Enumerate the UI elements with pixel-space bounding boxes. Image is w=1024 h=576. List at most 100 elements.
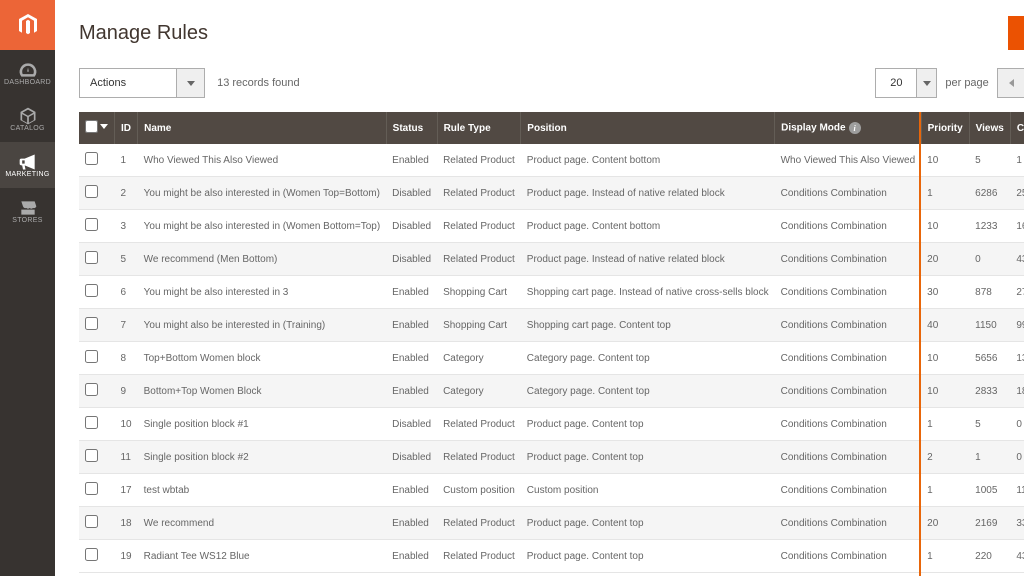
per-page-toggle[interactable] [916, 69, 936, 97]
cell-rule-type: Related Product [437, 507, 521, 540]
cell-name: We recommend (Men Bottom) [138, 243, 387, 276]
cell-clicks: 0 [1010, 441, 1024, 474]
cell-rule-type: Custom position [437, 474, 521, 507]
row-checkbox[interactable] [85, 416, 98, 429]
cell-display-mode: Conditions Combination [775, 540, 922, 573]
cell-priority: 10 [921, 375, 969, 408]
row-checkbox[interactable] [85, 185, 98, 198]
cell-display-mode: Conditions Combination [775, 309, 922, 342]
nav-marketing[interactable]: MARKETING [0, 142, 55, 188]
nav-catalog[interactable]: CATALOG [0, 96, 55, 142]
table-row[interactable]: 1Who Viewed This Also ViewedEnabledRelat… [79, 144, 1024, 177]
table-row[interactable]: 10Single position block #1DisabledRelate… [79, 408, 1024, 441]
cell-display-mode: Conditions Combination [775, 177, 922, 210]
row-checkbox[interactable] [85, 284, 98, 297]
cell-id: 18 [115, 507, 138, 540]
row-checkbox[interactable] [85, 152, 98, 165]
cell-position: Category page. Content top [521, 342, 775, 375]
col-name[interactable]: Name [138, 112, 387, 144]
cell-views: 220 [969, 540, 1010, 573]
col-display-mode[interactable]: Display Modei [775, 112, 922, 144]
cell-priority: 40 [921, 309, 969, 342]
table-row[interactable]: 19Radiant Tee WS12 BlueEnabledRelated Pr… [79, 540, 1024, 573]
cell-id: 8 [115, 342, 138, 375]
cell-rule-type: Related Product [437, 144, 521, 177]
cell-priority: 20 [921, 243, 969, 276]
per-page-value: 20 [876, 69, 916, 97]
cell-priority: 1 [921, 474, 969, 507]
table-row[interactable]: 6You might be also interested in 3Enable… [79, 276, 1024, 309]
row-checkbox[interactable] [85, 251, 98, 264]
row-checkbox[interactable] [85, 548, 98, 561]
col-rule-type[interactable]: Rule Type [437, 112, 521, 144]
cell-display-mode: Conditions Combination [775, 375, 922, 408]
cell-display-mode: Conditions Combination [775, 342, 922, 375]
records-count: 13 records found [217, 77, 300, 89]
cell-id: 10 [115, 408, 138, 441]
cell-position: Shopping cart page. Instead of native cr… [521, 276, 775, 309]
cell-display-mode: Conditions Combination [775, 507, 922, 540]
actions-select-label: Actions [80, 69, 176, 97]
info-icon[interactable]: i [849, 122, 861, 134]
cell-priority: 10 [921, 144, 969, 177]
logo[interactable] [0, 0, 55, 50]
table-row[interactable]: 11Single position block #2DisabledRelate… [79, 441, 1024, 474]
row-checkbox[interactable] [85, 482, 98, 495]
actions-select-toggle[interactable] [176, 69, 204, 97]
table-row[interactable]: 18We recommendEnabledRelated ProductProd… [79, 507, 1024, 540]
cell-status: Enabled [386, 375, 437, 408]
cell-id: 1 [115, 144, 138, 177]
nav-stores[interactable]: STORES [0, 188, 55, 234]
table-row[interactable]: 9Bottom+Top Women BlockEnabledCategoryCa… [79, 375, 1024, 408]
col-clicks[interactable]: Clicks [1010, 112, 1024, 144]
cell-status: Enabled [386, 309, 437, 342]
cell-clicks: 181 [1010, 375, 1024, 408]
table-row[interactable]: 8Top+Bottom Women blockEnabledCategoryCa… [79, 342, 1024, 375]
create-rule-button[interactable]: Create New Rule [1008, 16, 1024, 50]
nav-label: CATALOG [10, 125, 45, 132]
table-row[interactable]: 3You might be also interested in (Women … [79, 210, 1024, 243]
cell-name: You might also be interested in (Trainin… [138, 309, 387, 342]
table-row[interactable]: 5We recommend (Men Bottom)DisabledRelate… [79, 243, 1024, 276]
cell-position: Custom position [521, 474, 775, 507]
cell-rule-type: Related Product [437, 243, 521, 276]
cell-clicks: 43 [1010, 243, 1024, 276]
col-status[interactable]: Status [386, 112, 437, 144]
page-title: Manage Rules [79, 22, 208, 45]
row-checkbox[interactable] [85, 218, 98, 231]
nav-dashboard[interactable]: DASHBOARD [0, 50, 55, 96]
cell-rule-type: Category [437, 342, 521, 375]
sidebar: DASHBOARD CATALOG MARKETING STORES [0, 0, 55, 576]
row-checkbox[interactable] [85, 515, 98, 528]
cell-rule-type: Related Product [437, 540, 521, 573]
cell-name: You might be also interested in (Women B… [138, 210, 387, 243]
cell-display-mode: Conditions Combination [775, 408, 922, 441]
col-position[interactable]: Position [521, 112, 775, 144]
col-id[interactable]: ID [115, 112, 138, 144]
col-views[interactable]: Views [969, 112, 1010, 144]
cell-priority: 10 [921, 210, 969, 243]
per-page-select[interactable]: 20 [875, 68, 937, 98]
cell-position: Product page. Instead of native related … [521, 243, 775, 276]
cell-name: Top+Bottom Women block [138, 342, 387, 375]
page-prev-button[interactable] [997, 68, 1024, 98]
cell-display-mode: Conditions Combination [775, 243, 922, 276]
cell-clicks: 27 [1010, 276, 1024, 309]
row-checkbox[interactable] [85, 383, 98, 396]
cell-name: Bottom+Top Women Block [138, 375, 387, 408]
cell-id: 2 [115, 177, 138, 210]
row-checkbox[interactable] [85, 317, 98, 330]
cell-priority: 2 [921, 441, 969, 474]
select-all-checkbox[interactable] [85, 120, 108, 133]
row-checkbox[interactable] [85, 449, 98, 462]
col-priority[interactable]: Priority [921, 112, 969, 144]
cell-name: We recommend [138, 507, 387, 540]
cell-position: Shopping cart page. Content top [521, 309, 775, 342]
row-checkbox[interactable] [85, 350, 98, 363]
table-row[interactable]: 17test wbtabEnabledCustom positionCustom… [79, 474, 1024, 507]
table-row[interactable]: 7You might also be interested in (Traini… [79, 309, 1024, 342]
table-row[interactable]: 2You might be also interested in (Women … [79, 177, 1024, 210]
cell-clicks: 118 [1010, 474, 1024, 507]
cell-views: 2833 [969, 375, 1010, 408]
actions-select[interactable]: Actions [79, 68, 205, 98]
